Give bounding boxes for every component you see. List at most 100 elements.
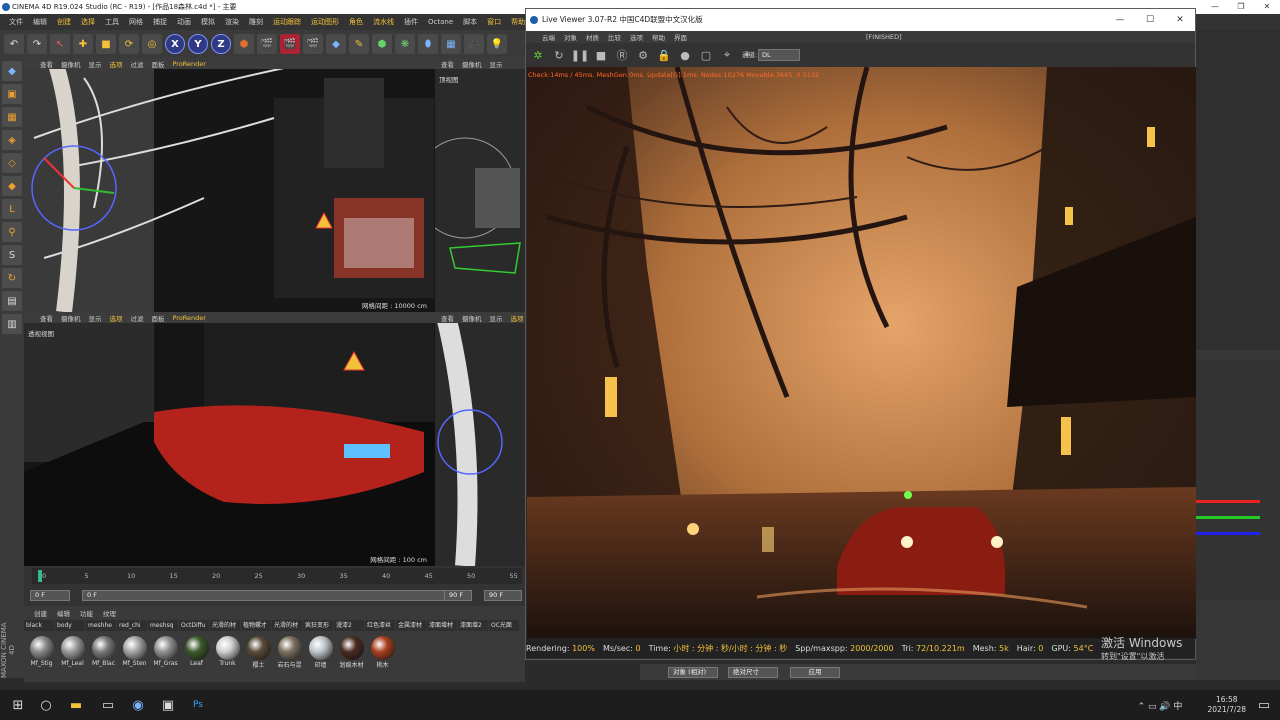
- material-item[interactable]: Trunk: [214, 636, 241, 669]
- viewport-top-left[interactable]: 查看 摄像机 显示 选项 过滤 面板 ProRender 网格间距 : 10000 cm: [24, 58, 435, 312]
- cloner-icon[interactable]: ❋: [395, 34, 415, 54]
- lv-menu-item[interactable]: 界面: [674, 32, 687, 42]
- material-tile-name[interactable]: 疯狂变形: [303, 620, 333, 631]
- make-editable-icon[interactable]: ◆: [2, 61, 22, 81]
- material-tile-name[interactable]: 红色漆丝: [365, 620, 395, 631]
- viewport-menu-item[interactable]: ProRender: [173, 314, 206, 322]
- material-menu-item[interactable]: 编辑: [57, 608, 70, 618]
- rotate-icon[interactable]: ⟳: [119, 34, 139, 54]
- material-menu-item[interactable]: 创建: [34, 608, 47, 618]
- search-icon[interactable]: ○: [36, 695, 56, 715]
- channel-select[interactable]: DL: [758, 49, 800, 61]
- material-tile-name[interactable]: 光滑的材: [210, 620, 240, 631]
- menu-item[interactable]: 窗口: [482, 17, 506, 27]
- file-explorer-icon[interactable]: ▬: [66, 695, 86, 715]
- menu-item[interactable]: 工具: [100, 17, 124, 27]
- y-axis-button[interactable]: Y: [188, 34, 208, 54]
- material-tile-name[interactable]: 植物螺才: [241, 620, 271, 631]
- menu-item[interactable]: Octane: [423, 18, 458, 26]
- menu-item[interactable]: 动画: [172, 17, 196, 27]
- material-tile-name[interactable]: black: [24, 620, 54, 631]
- photoshop-taskbar-icon[interactable]: Ps: [188, 695, 208, 715]
- timeline-ruler[interactable]: 0 5 10 15 20 25 30 35 40 45 50 55: [32, 568, 522, 584]
- material-preview-icon[interactable]: ●: [677, 47, 693, 63]
- material-tile-name[interactable]: meshsq: [148, 620, 178, 631]
- viewport-menu-item[interactable]: 过滤: [131, 313, 144, 323]
- select-icon[interactable]: ↖: [50, 34, 70, 54]
- axis-mode-icon[interactable]: L: [2, 199, 22, 219]
- material-item[interactable]: 桃木: [369, 636, 396, 669]
- menu-item[interactable]: 运动图形: [306, 17, 344, 27]
- z-axis-button[interactable]: Z: [211, 34, 231, 54]
- task-view-icon[interactable]: ▭: [98, 695, 118, 715]
- end-frame-field[interactable]: 90 F: [484, 590, 522, 601]
- undo-icon[interactable]: ↶: [4, 34, 24, 54]
- material-tile-name[interactable]: OC光面: [489, 620, 519, 631]
- viewport-menu-item[interactable]: 查看: [441, 59, 454, 69]
- material-tile-name[interactable]: 光滑的材: [272, 620, 302, 631]
- deformer-icon[interactable]: ⬮: [418, 34, 438, 54]
- menu-item[interactable]: 角色: [344, 17, 368, 27]
- viewport-menu-item[interactable]: 面板: [152, 59, 165, 69]
- viewport-menu-item[interactable]: 选项: [110, 313, 123, 323]
- recent-tool-icon[interactable]: ◎: [142, 34, 162, 54]
- viewport-menu-item[interactable]: 选项: [110, 59, 123, 69]
- viewport-menu-item[interactable]: 摄像机: [61, 313, 81, 323]
- viewport-menu-item[interactable]: 显示: [89, 59, 102, 69]
- restart-render-icon[interactable]: ↻: [551, 47, 567, 63]
- cube-icon[interactable]: ◆: [326, 34, 346, 54]
- edges-mode-icon[interactable]: ◇: [2, 153, 22, 173]
- lv-close-button[interactable]: ✕: [1165, 9, 1195, 31]
- menu-item[interactable]: 编辑: [28, 17, 52, 27]
- menu-item[interactable]: 文件: [4, 17, 28, 27]
- x-axis-button[interactable]: X: [165, 34, 185, 54]
- pause-render-icon[interactable]: ❚❚: [571, 47, 589, 63]
- windows-start-icon[interactable]: ⊞: [8, 695, 28, 715]
- material-item[interactable]: 樱土: [245, 636, 272, 669]
- close-button[interactable]: ✕: [1254, 0, 1280, 14]
- coordinate-mode-select[interactable]: 对象 (相对): [668, 667, 718, 678]
- menu-item[interactable]: 脚本: [458, 17, 482, 27]
- current-frame-field[interactable]: 0 F: [30, 590, 70, 601]
- menu-item[interactable]: 运动跟踪: [268, 17, 306, 27]
- viewport-menu-item[interactable]: 显示: [490, 59, 503, 69]
- apply-button[interactable]: 应用: [790, 667, 840, 678]
- viewport-menu-item[interactable]: 选项: [511, 313, 524, 323]
- texture-mode-icon[interactable]: ▦: [2, 107, 22, 127]
- color-slider-blue[interactable]: [1196, 532, 1260, 535]
- points-mode-icon[interactable]: ◈: [2, 130, 22, 150]
- light-icon[interactable]: 💡: [487, 34, 507, 54]
- magnet-icon[interactable]: ↻: [2, 268, 22, 288]
- material-tile-name[interactable]: 金属漆材: [396, 620, 426, 631]
- menu-item[interactable]: 网格: [124, 17, 148, 27]
- scale-icon[interactable]: ■: [96, 34, 116, 54]
- viewport-menu-item[interactable]: 面板: [152, 313, 165, 323]
- viewport-top-right[interactable]: 查看 摄像机 显示 顶视图: [435, 58, 525, 312]
- render-image[interactable]: [527, 67, 1196, 639]
- model-mode-icon[interactable]: ▣: [2, 84, 22, 104]
- material-item[interactable]: Mf_Blac: [90, 636, 117, 669]
- app-taskbar-icon[interactable]: ▣: [158, 695, 178, 715]
- send-scene-icon[interactable]: ✲: [530, 47, 546, 63]
- redo-icon[interactable]: ↷: [27, 34, 47, 54]
- menu-item[interactable]: 模拟: [196, 17, 220, 27]
- region-render-icon[interactable]: Ⓡ: [614, 47, 630, 63]
- maximize-button[interactable]: ❐: [1228, 0, 1254, 14]
- material-tile-name[interactable]: 漆面增2: [458, 620, 488, 631]
- live-viewer-window[interactable]: Live Viewer 3.07-R2 中国C4D联盟中文汉化版 — ☐ ✕ 云…: [525, 8, 1196, 672]
- viewport-menu-item[interactable]: 摄像机: [61, 59, 81, 69]
- viewport-menu-item[interactable]: 显示: [490, 313, 503, 323]
- viewport-menu-item[interactable]: 过滤: [131, 59, 144, 69]
- material-tile-name[interactable]: OctDiffu: [179, 620, 209, 631]
- menu-item[interactable]: 选择: [76, 17, 100, 27]
- menu-item[interactable]: 捕捉: [148, 17, 172, 27]
- timeline[interactable]: 0 5 10 15 20 25 30 35 40 45 50 55 0 F 0 F 90 F 90 F: [24, 566, 525, 606]
- viewport-bottom-left[interactable]: 查看 摄像机 显示 选项 过滤 面板 ProRender 透视视图 网格间距 : 100 c…: [24, 312, 435, 566]
- notification-icon[interactable]: ▭: [1254, 695, 1274, 715]
- render-settings-icon[interactable]: 🎬: [303, 34, 323, 54]
- minimize-button[interactable]: —: [1202, 0, 1228, 14]
- menu-item[interactable]: 创建: [52, 17, 76, 27]
- pick-focus-icon[interactable]: ⌖: [719, 47, 735, 63]
- render-picture-viewer-icon[interactable]: 🎬: [280, 34, 300, 54]
- tweak-mode-icon[interactable]: ⚲: [2, 222, 22, 242]
